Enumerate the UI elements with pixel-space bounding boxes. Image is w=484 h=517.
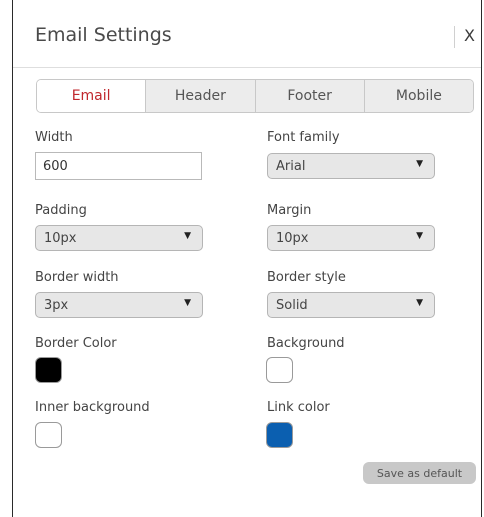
inner-background-swatch[interactable] [35,422,62,448]
border-style-label: Border style [267,270,346,285]
dialog-title: Email Settings [35,24,172,46]
tab-footer[interactable]: Footer [254,80,364,112]
inner-background-label: Inner background [35,400,150,415]
background-label: Background [267,336,345,351]
font-family-value: Arial [276,159,306,174]
tab-header[interactable]: Header [145,80,255,112]
margin-label: Margin [267,203,312,218]
background-color-swatch[interactable] [266,357,293,383]
padding-value: 10px [44,231,77,246]
border-width-value: 3px [44,298,69,313]
border-width-select[interactable]: 3px ▼ [35,292,203,318]
tab-email[interactable]: Email [37,80,146,112]
triangle-down-icon: ▼ [416,298,423,308]
link-color-swatch[interactable] [266,422,293,448]
width-label: Width [35,130,73,145]
font-family-select[interactable]: Arial ▼ [267,153,435,179]
padding-select[interactable]: 10px ▼ [35,225,203,251]
margin-value: 10px [276,231,309,246]
settings-tabs: Email Header Footer Mobile [36,79,474,113]
border-style-value: Solid [276,298,308,313]
close-button[interactable]: X [464,26,475,45]
border-width-label: Border width [35,270,119,285]
border-color-label: Border Color [35,336,117,351]
triangle-down-icon: ▼ [184,231,191,241]
link-color-label: Link color [267,400,330,415]
width-input[interactable] [35,152,202,180]
margin-select[interactable]: 10px ▼ [267,225,435,251]
triangle-down-icon: ▼ [416,231,423,241]
save-as-default-button[interactable]: Save as default [363,462,476,484]
font-family-label: Font family [267,130,340,145]
title-divider [454,26,455,48]
border-style-select[interactable]: Solid ▼ [267,292,435,318]
header-divider [13,67,481,68]
triangle-down-icon: ▼ [184,298,191,308]
tab-mobile[interactable]: Mobile [363,80,473,112]
padding-label: Padding [35,203,87,218]
border-color-swatch[interactable] [35,357,62,383]
email-settings-dialog: Email Settings X Email Header Footer Mob… [12,0,482,517]
triangle-down-icon: ▼ [416,159,423,169]
